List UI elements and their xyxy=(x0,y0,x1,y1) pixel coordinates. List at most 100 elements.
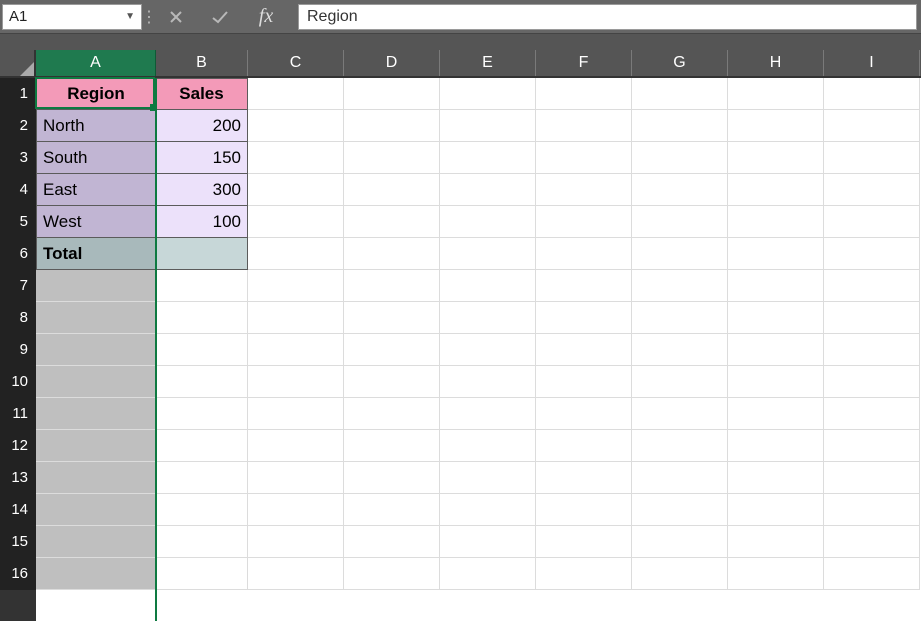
cell[interactable] xyxy=(632,302,728,334)
cancel-icon[interactable] xyxy=(154,4,198,30)
cell[interactable] xyxy=(728,366,824,398)
cell[interactable] xyxy=(248,142,344,174)
cell[interactable] xyxy=(440,494,536,526)
cell[interactable] xyxy=(344,238,440,270)
cell[interactable] xyxy=(440,270,536,302)
cell[interactable] xyxy=(440,462,536,494)
cell[interactable] xyxy=(728,494,824,526)
cell[interactable]: Sales xyxy=(156,78,248,110)
cell[interactable] xyxy=(632,558,728,590)
cell[interactable] xyxy=(440,430,536,462)
row-header[interactable]: 13 xyxy=(0,462,36,494)
cell[interactable] xyxy=(344,270,440,302)
fx-icon[interactable]: fx xyxy=(242,4,290,30)
cell[interactable] xyxy=(440,334,536,366)
cell[interactable] xyxy=(536,78,632,110)
row-header[interactable]: 14 xyxy=(0,494,36,526)
cell[interactable] xyxy=(728,270,824,302)
cell[interactable] xyxy=(440,398,536,430)
cell[interactable] xyxy=(536,174,632,206)
cell[interactable] xyxy=(344,302,440,334)
cell[interactable] xyxy=(36,430,156,462)
cell[interactable] xyxy=(536,142,632,174)
cell[interactable] xyxy=(248,366,344,398)
row-header[interactable]: 8 xyxy=(0,302,36,334)
cell[interactable] xyxy=(344,430,440,462)
cell[interactable] xyxy=(440,366,536,398)
cell[interactable] xyxy=(824,238,920,270)
cell[interactable] xyxy=(536,334,632,366)
cell[interactable] xyxy=(728,302,824,334)
column-header[interactable]: C xyxy=(248,50,344,76)
column-header[interactable]: B xyxy=(156,50,248,76)
row-header[interactable]: 11 xyxy=(0,398,36,430)
cell[interactable]: North xyxy=(36,110,156,142)
cell[interactable] xyxy=(36,302,156,334)
cell[interactable] xyxy=(440,558,536,590)
cell[interactable] xyxy=(36,526,156,558)
cell[interactable] xyxy=(248,270,344,302)
cell[interactable] xyxy=(632,270,728,302)
row-header[interactable]: 4 xyxy=(0,174,36,206)
cell[interactable] xyxy=(344,494,440,526)
cell[interactable] xyxy=(632,78,728,110)
column-header[interactable]: E xyxy=(440,50,536,76)
cell[interactable] xyxy=(36,334,156,366)
cell[interactable] xyxy=(344,142,440,174)
cell[interactable] xyxy=(156,238,248,270)
cell[interactable] xyxy=(536,238,632,270)
cell[interactable] xyxy=(440,110,536,142)
cell[interactable] xyxy=(536,526,632,558)
cell[interactable] xyxy=(728,430,824,462)
accept-icon[interactable] xyxy=(198,4,242,30)
cell[interactable] xyxy=(824,174,920,206)
cell[interactable] xyxy=(440,238,536,270)
row-header[interactable]: 12 xyxy=(0,430,36,462)
cell[interactable]: Total xyxy=(36,238,156,270)
row-header[interactable]: 16 xyxy=(0,558,36,590)
cell[interactable]: 300 xyxy=(156,174,248,206)
cell[interactable] xyxy=(632,174,728,206)
cell[interactable] xyxy=(156,462,248,494)
cell[interactable] xyxy=(156,558,248,590)
cell[interactable] xyxy=(36,462,156,494)
cell[interactable] xyxy=(824,334,920,366)
cell[interactable] xyxy=(536,302,632,334)
cell[interactable] xyxy=(824,78,920,110)
cell[interactable] xyxy=(248,302,344,334)
row-header[interactable]: 2 xyxy=(0,110,36,142)
cell[interactable] xyxy=(248,110,344,142)
cell[interactable] xyxy=(536,462,632,494)
cell[interactable] xyxy=(248,462,344,494)
cell[interactable] xyxy=(248,558,344,590)
cell[interactable] xyxy=(440,206,536,238)
cell[interactable] xyxy=(632,366,728,398)
cell[interactable] xyxy=(632,142,728,174)
column-header[interactable]: A xyxy=(36,50,156,76)
cell[interactable] xyxy=(632,398,728,430)
cell[interactable] xyxy=(632,238,728,270)
cell[interactable] xyxy=(632,206,728,238)
cell[interactable] xyxy=(728,110,824,142)
cell[interactable] xyxy=(248,526,344,558)
cell[interactable] xyxy=(248,78,344,110)
cell[interactable] xyxy=(344,558,440,590)
cell[interactable] xyxy=(824,366,920,398)
cell[interactable] xyxy=(440,142,536,174)
row-header[interactable]: 7 xyxy=(0,270,36,302)
cell[interactable] xyxy=(344,366,440,398)
cell[interactable] xyxy=(156,526,248,558)
cell[interactable]: West xyxy=(36,206,156,238)
cell[interactable] xyxy=(632,334,728,366)
cell[interactable] xyxy=(156,366,248,398)
cell[interactable] xyxy=(536,270,632,302)
row-header[interactable]: 5 xyxy=(0,206,36,238)
cell[interactable] xyxy=(536,206,632,238)
cell[interactable] xyxy=(36,398,156,430)
column-header[interactable]: I xyxy=(824,50,920,76)
cell[interactable] xyxy=(728,334,824,366)
cell[interactable] xyxy=(632,430,728,462)
cell[interactable] xyxy=(248,494,344,526)
cell[interactable] xyxy=(824,302,920,334)
cell[interactable] xyxy=(248,398,344,430)
